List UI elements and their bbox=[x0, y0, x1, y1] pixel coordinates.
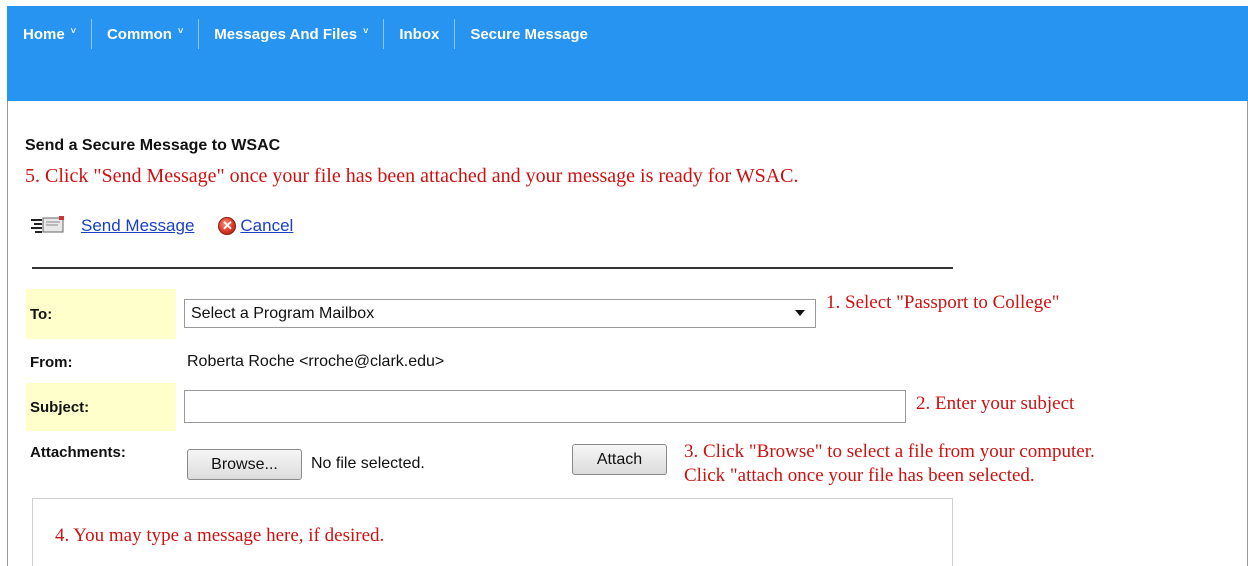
send-message-icon[interactable] bbox=[29, 215, 81, 237]
cancel-link[interactable]: Cancel bbox=[240, 216, 293, 236]
nav-item-label: Messages And Files bbox=[214, 25, 358, 43]
from-label: From: bbox=[30, 353, 73, 371]
top-nav-bar: Home ˅ Common ˅ Messages And Files ˅ Inb… bbox=[7, 6, 1248, 101]
nav-item-home[interactable]: Home ˅ bbox=[19, 19, 91, 49]
from-value: Roberta Roche <rroche@clark.edu> bbox=[187, 353, 445, 370]
subject-input[interactable] bbox=[184, 390, 906, 423]
cancel-icon[interactable]: ✕ bbox=[218, 217, 237, 235]
instruction-step-3-line-1: 3. Click "Browse" to select a file from … bbox=[684, 441, 1095, 462]
page-title: Send a Secure Message to WSAC bbox=[25, 137, 281, 154]
nav-menu: Home ˅ Common ˅ Messages And Files ˅ Inb… bbox=[19, 19, 603, 49]
attachments-label: Attachments: bbox=[26, 437, 176, 467]
chevron-down-icon: ˅ bbox=[363, 26, 369, 36]
instruction-step-1: 1. Select "Passport to College" bbox=[826, 292, 1060, 313]
nav-item-secure-message[interactable]: Secure Message bbox=[454, 19, 603, 49]
nav-item-label: Secure Message bbox=[470, 25, 588, 43]
nav-item-label: Inbox bbox=[399, 25, 440, 43]
file-status-text: No file selected. bbox=[311, 455, 425, 472]
to-label: To: bbox=[26, 289, 176, 339]
instruction-step-3-line-2: Click "attach once your file has been se… bbox=[684, 465, 1035, 486]
instruction-step-2: 2. Enter your subject bbox=[916, 393, 1075, 414]
nav-item-label: Common bbox=[106, 25, 172, 43]
attach-button[interactable]: Attach bbox=[572, 444, 667, 475]
program-mailbox-select[interactable]: Select a Program Mailbox bbox=[184, 299, 816, 328]
dropdown-caret-icon bbox=[795, 310, 805, 316]
instruction-step-5: 5. Click "Send Message" once your file h… bbox=[25, 165, 799, 187]
nav-item-messages-and-files[interactable]: Messages And Files ˅ bbox=[198, 19, 383, 49]
select-value: Select a Program Mailbox bbox=[191, 304, 375, 322]
attachments-label-text: Attachments: bbox=[30, 443, 126, 461]
subject-label: Subject: bbox=[26, 383, 176, 431]
chevron-down-icon: ˅ bbox=[70, 26, 76, 36]
instruction-step-4: 4. You may type a message here, if desir… bbox=[55, 525, 385, 546]
nav-item-common[interactable]: Common ˅ bbox=[90, 19, 198, 49]
browse-button[interactable]: Browse... bbox=[187, 449, 302, 480]
nav-item-label: Home bbox=[23, 25, 65, 43]
chevron-down-icon: ˅ bbox=[177, 26, 184, 36]
nav-item-inbox[interactable]: Inbox bbox=[383, 19, 454, 49]
message-actions: Send Message ✕ Cancel bbox=[29, 215, 293, 237]
send-message-link[interactable]: Send Message bbox=[81, 216, 194, 236]
divider bbox=[32, 267, 953, 269]
